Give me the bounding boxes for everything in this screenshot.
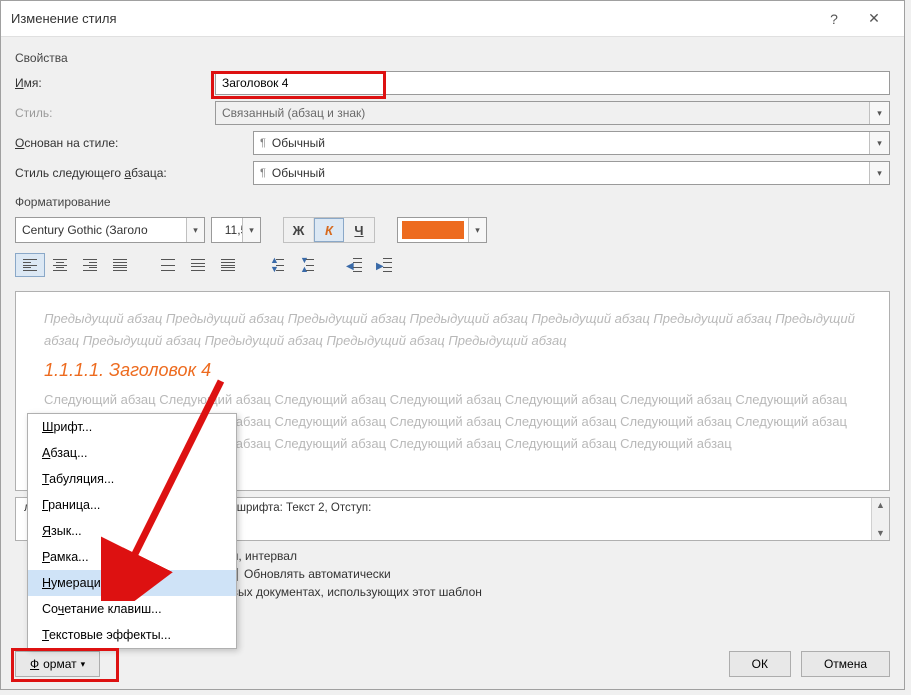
pilcrow-icon: ¶ — [260, 137, 266, 149]
bold-button[interactable]: Ж — [284, 218, 314, 242]
space-before-dec-button[interactable]: ▼▲ — [291, 253, 321, 277]
caret-down-icon: ▾ — [81, 659, 86, 670]
styletype-label: Стиль: — [15, 106, 215, 120]
align-right-button[interactable] — [75, 253, 105, 277]
indent-inc-button[interactable]: ▶ — [369, 253, 399, 277]
italic-button[interactable]: К — [314, 218, 344, 242]
linespacing-2-button[interactable] — [213, 253, 243, 277]
cancel-button[interactable]: Отмена — [801, 651, 890, 677]
close-button[interactable]: ✕ — [854, 10, 894, 27]
font-style-group: Ж К Ч — [283, 217, 375, 243]
font-color-combo[interactable]: ▾ — [397, 217, 487, 243]
ok-button[interactable]: ОК — [729, 651, 791, 677]
styletype-combo: Связанный (абзац и знак) ▾ — [215, 101, 890, 125]
scroll-down-icon[interactable]: ▼ — [876, 528, 885, 538]
chevron-down-icon[interactable]: ▾ — [242, 218, 260, 242]
footer: Формат▾ ОК Отмена — [15, 651, 890, 677]
linespacing-1-button[interactable] — [153, 253, 183, 277]
nextstyle-row: Стиль следующего абзаца: ¶ Обычный ▾ — [15, 161, 890, 185]
menu-paragraph[interactable]: Абзац... — [28, 440, 236, 466]
basedon-value: Обычный — [272, 136, 325, 150]
styletype-value: Связанный (абзац и знак) — [222, 106, 365, 120]
menu-language[interactable]: Язык... — [28, 518, 236, 544]
help-button[interactable]: ? — [814, 11, 854, 27]
scroll-up-icon[interactable]: ▲ — [876, 500, 885, 510]
paragraph-toolbar: ▲▼ ▼▲ ◀ ▶ — [15, 249, 890, 281]
chevron-down-icon[interactable]: ▾ — [186, 218, 204, 242]
modify-style-dialog: Изменение стиля ? ✕ Свойства Имя: Стиль:… — [0, 0, 905, 690]
format-menu: Шрифт... Абзац... Табуляция... Граница..… — [27, 413, 237, 649]
format-button[interactable]: Формат▾ — [15, 651, 100, 677]
space-before-inc-button[interactable]: ▲▼ — [261, 253, 291, 277]
pilcrow-icon: ¶ — [260, 167, 266, 179]
basedon-combo[interactable]: ¶ Обычный ▾ — [253, 131, 890, 155]
indent-dec-button[interactable]: ◀ — [339, 253, 369, 277]
preview-prev-text: Предыдущий абзац Предыдущий абзац Предыд… — [44, 308, 861, 352]
font-value: Century Gothic (Заголо — [22, 223, 148, 237]
menu-texteffects[interactable]: Текстовые эффекты... — [28, 622, 236, 648]
formatting-label: Форматирование — [15, 195, 890, 209]
name-label: Имя: — [15, 76, 215, 90]
chevron-down-icon[interactable]: ▾ — [468, 218, 486, 242]
font-combo[interactable]: Century Gothic (Заголо ▾ — [15, 217, 205, 243]
scrollbar[interactable]: ▲▼ — [871, 498, 889, 540]
menu-tabs[interactable]: Табуляция... — [28, 466, 236, 492]
menu-font[interactable]: Шрифт... — [28, 414, 236, 440]
color-swatch — [402, 221, 464, 239]
nextstyle-combo[interactable]: ¶ Обычный ▾ — [253, 161, 890, 185]
nextstyle-label: Стиль следующего абзаца: — [15, 166, 215, 180]
chevron-down-icon[interactable]: ▾ — [869, 132, 889, 154]
formatting-row: Century Gothic (Заголо ▾ 11,5 ▾ Ж К Ч ▾ — [15, 217, 890, 243]
dialog-title: Изменение стиля — [11, 11, 814, 26]
align-justify-button[interactable] — [105, 253, 135, 277]
menu-numbering[interactable]: Нумерация... — [28, 570, 236, 596]
properties-label: Свойства — [15, 51, 890, 65]
underline-button[interactable]: Ч — [344, 218, 374, 242]
titlebar: Изменение стиля ? ✕ — [1, 1, 904, 37]
linespacing-15-button[interactable] — [183, 253, 213, 277]
menu-border[interactable]: Граница... — [28, 492, 236, 518]
align-center-button[interactable] — [45, 253, 75, 277]
size-combo[interactable]: 11,5 ▾ — [211, 217, 261, 243]
menu-frame[interactable]: Рамка... — [28, 544, 236, 570]
styletype-row: Стиль: Связанный (абзац и знак) ▾ — [15, 101, 890, 125]
basedon-row: Основан на стиле: ¶ Обычный ▾ — [15, 131, 890, 155]
basedon-label: Основан на стиле: — [15, 136, 215, 150]
name-row: Имя: — [15, 71, 890, 95]
chevron-down-icon: ▾ — [869, 102, 889, 124]
chevron-down-icon[interactable]: ▾ — [869, 162, 889, 184]
nextstyle-value: Обычный — [272, 166, 325, 180]
preview-sample-text: 1.1.1.1. Заголовок 4 — [44, 360, 861, 381]
align-left-button[interactable] — [15, 253, 45, 277]
menu-shortcut[interactable]: Сочетание клавиш... — [28, 596, 236, 622]
name-input[interactable] — [215, 71, 890, 95]
